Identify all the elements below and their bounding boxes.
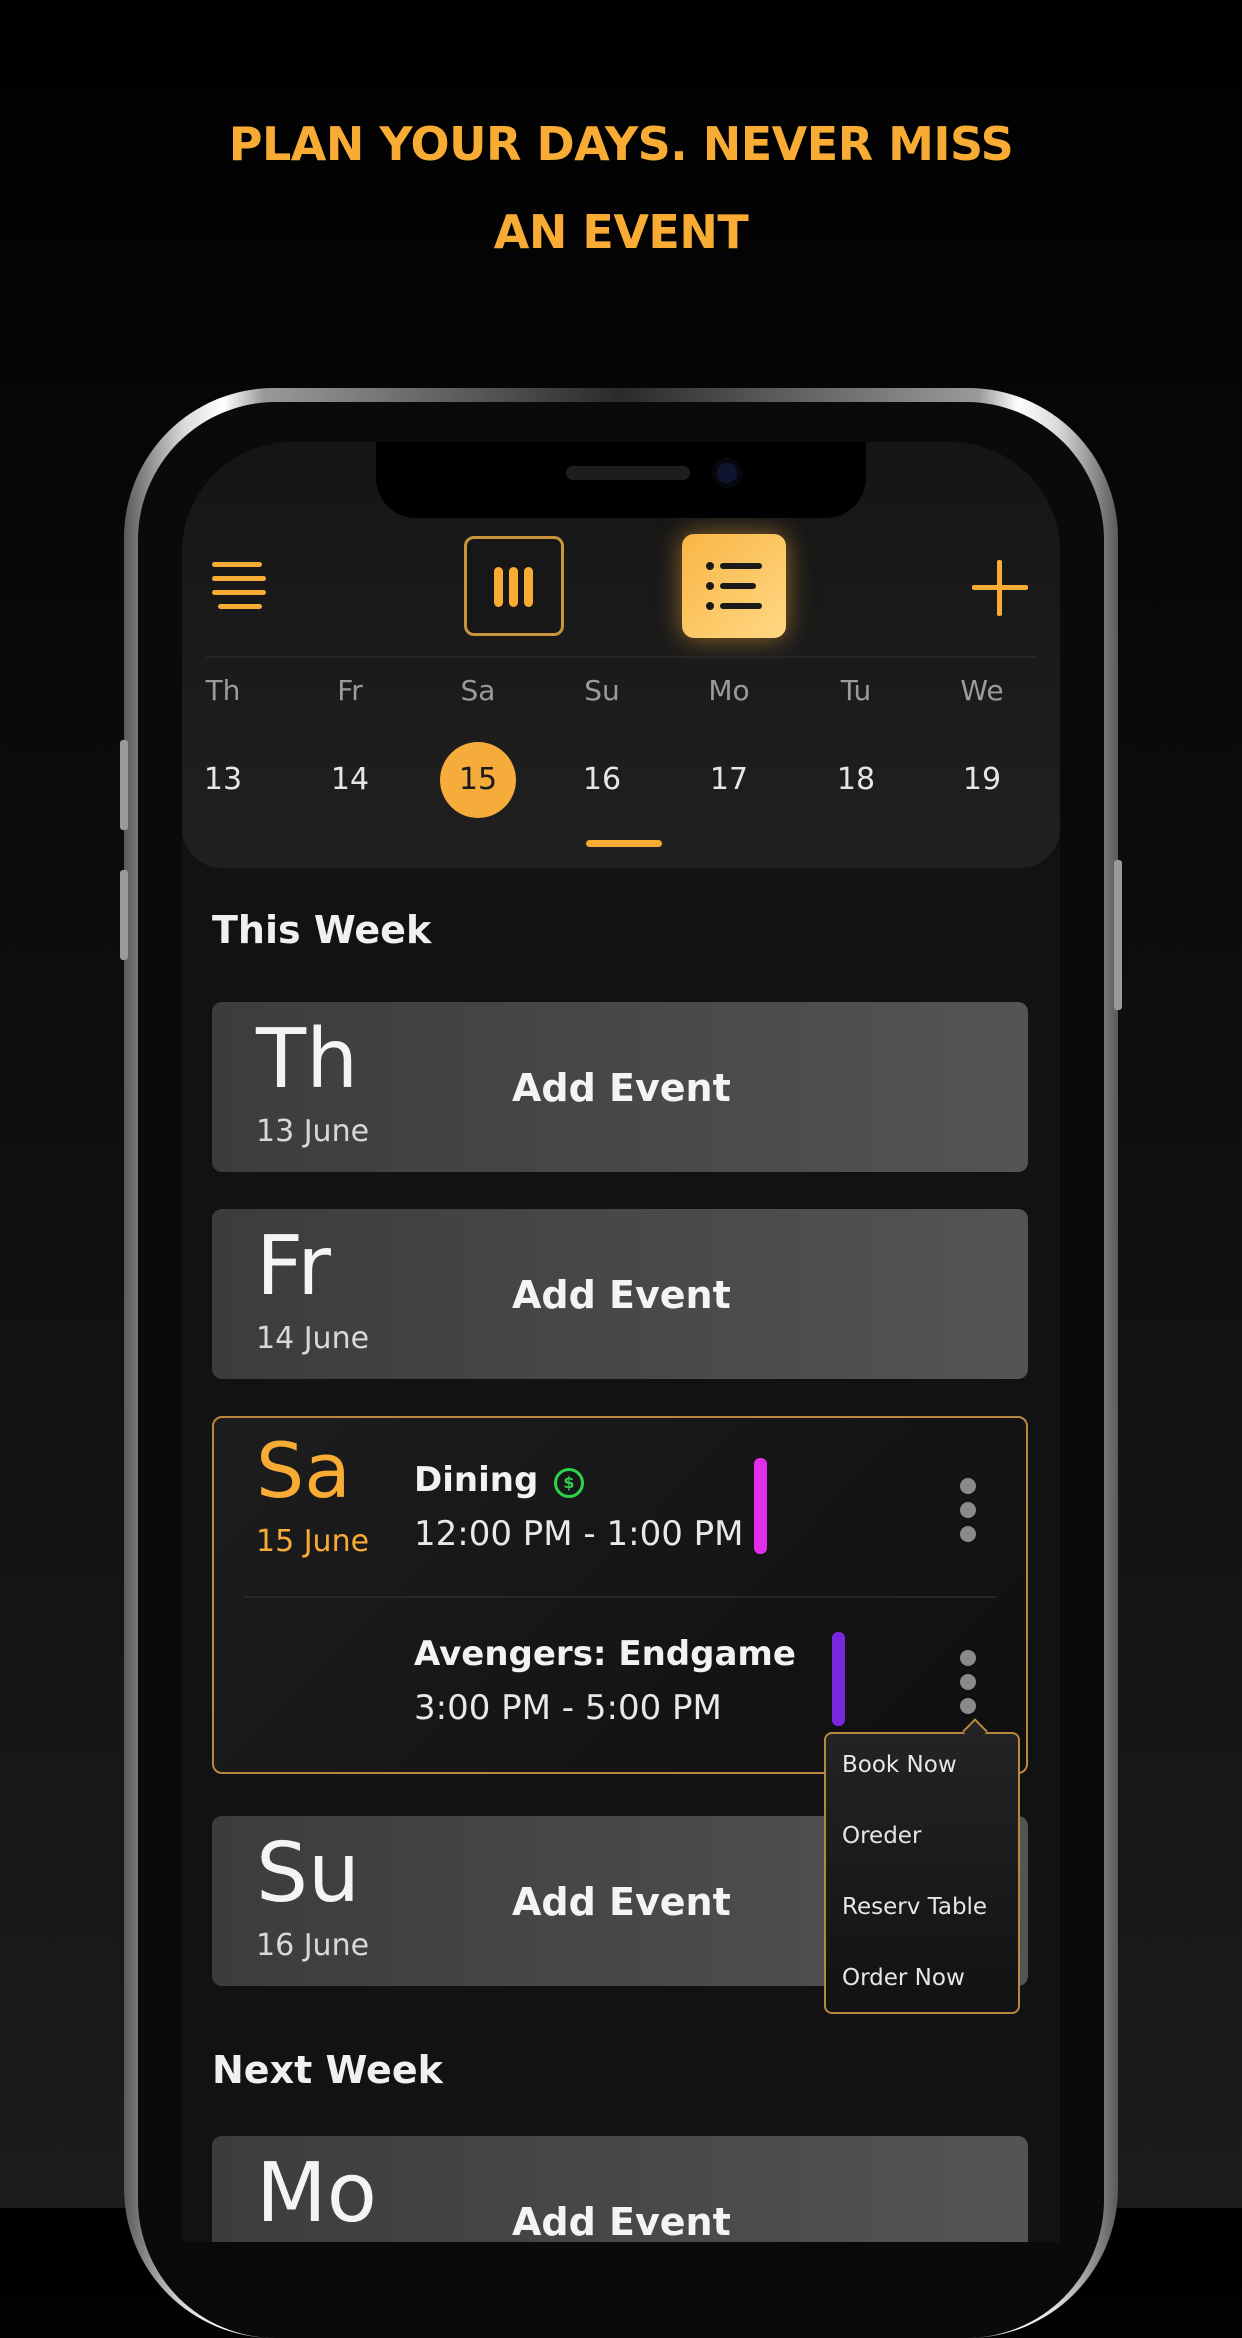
card-date: 15 June [256, 1524, 370, 1559]
headline-line-2: AN EVENT [493, 205, 749, 259]
add-event-button[interactable]: Add Event [512, 1880, 731, 1924]
card-day-abbr: Sa [256, 1426, 351, 1515]
day-number: 13 [203, 762, 243, 797]
day-number: 14 [330, 762, 370, 797]
app-screen: Th 13 Fr 14 Sa 15 Su 16 Mo 17 Tu 18 We 1… [182, 442, 1060, 2242]
event-options-popup: Book Now Oreder Reserv Table Order Now [824, 1732, 1020, 2014]
phone-power-button [1114, 860, 1122, 1010]
phone-volume-down-button [120, 870, 128, 960]
dollar-coin-icon: $ [554, 1468, 584, 1498]
day-name: Su [584, 674, 620, 707]
event-options-kebab-icon[interactable] [958, 1478, 978, 1548]
hamburger-icon[interactable] [212, 560, 266, 610]
event-options-kebab-icon[interactable] [958, 1650, 978, 1720]
header-divider [206, 656, 1036, 658]
headline: PLAN YOUR DAYS. NEVER MISS AN EVENT [0, 100, 1242, 276]
popup-item-book-now[interactable]: Book Now [842, 1752, 957, 1778]
day-number: 18 [836, 762, 876, 797]
event-color-bar-magenta [754, 1458, 767, 1554]
selected-day-number: 15 [440, 742, 516, 818]
card-date: 13 June [256, 1114, 370, 1149]
day-name: Th [205, 674, 241, 707]
card-day-abbr: Su [256, 1826, 361, 1921]
plus-icon[interactable] [972, 560, 1028, 616]
add-event-button[interactable]: Add Event [512, 2200, 731, 2242]
popup-item-order-now[interactable]: Order Now [842, 1965, 965, 1991]
day-card-friday[interactable]: Fr 14 June Add Event [212, 1209, 1028, 1379]
day-number: 16 [582, 762, 622, 797]
card-day-abbr: Th [256, 1012, 359, 1107]
popup-item-oreder[interactable]: Oreder [842, 1823, 921, 1849]
headline-line-1: PLAN YOUR DAYS. NEVER MISS [228, 117, 1014, 171]
event-time: 3:00 PM - 5:00 PM [414, 1688, 722, 1728]
event-color-bar-purple [832, 1632, 845, 1726]
event-title-dining[interactable]: Dining [414, 1460, 538, 1500]
phone-notch [376, 442, 866, 518]
add-event-button[interactable]: Add Event [512, 1066, 731, 1110]
day-name: Fr [337, 674, 363, 707]
card-date: 16 June [256, 1928, 370, 1963]
event-separator [244, 1596, 996, 1598]
day-number: 19 [962, 762, 1002, 797]
day-card-saturday: Sa 15 June Dining $ 12:00 PM - 1:00 PM A… [212, 1416, 1028, 1774]
day-name: We [960, 674, 1004, 707]
speaker-grille [566, 466, 690, 480]
card-date: 14 June [256, 1321, 370, 1356]
event-title-avengers[interactable]: Avengers: Endgame [414, 1634, 796, 1674]
day-name: Mo [708, 674, 750, 707]
day-name: Tu [840, 674, 872, 707]
add-event-button[interactable]: Add Event [512, 1273, 731, 1317]
day-card-thursday[interactable]: Th 13 June Add Event [212, 1002, 1028, 1172]
card-day-abbr: Mo [256, 2146, 377, 2241]
popup-item-reserv-table[interactable]: Reserv Table [842, 1894, 987, 1920]
event-time: 12:00 PM - 1:00 PM [414, 1514, 744, 1554]
day-number: 17 [709, 762, 749, 797]
day-card-monday[interactable]: Mo Add Event [212, 2136, 1028, 2242]
day-name: Sa [460, 674, 496, 707]
columns-view-button[interactable] [464, 536, 564, 636]
current-day-indicator [586, 840, 662, 847]
card-day-abbr: Fr [256, 1219, 331, 1314]
section-title-next-week: Next Week [212, 2048, 443, 2092]
front-camera [712, 458, 742, 488]
list-view-button[interactable] [682, 534, 786, 638]
section-title-this-week: This Week [212, 908, 432, 952]
phone-volume-up-button [120, 740, 128, 830]
